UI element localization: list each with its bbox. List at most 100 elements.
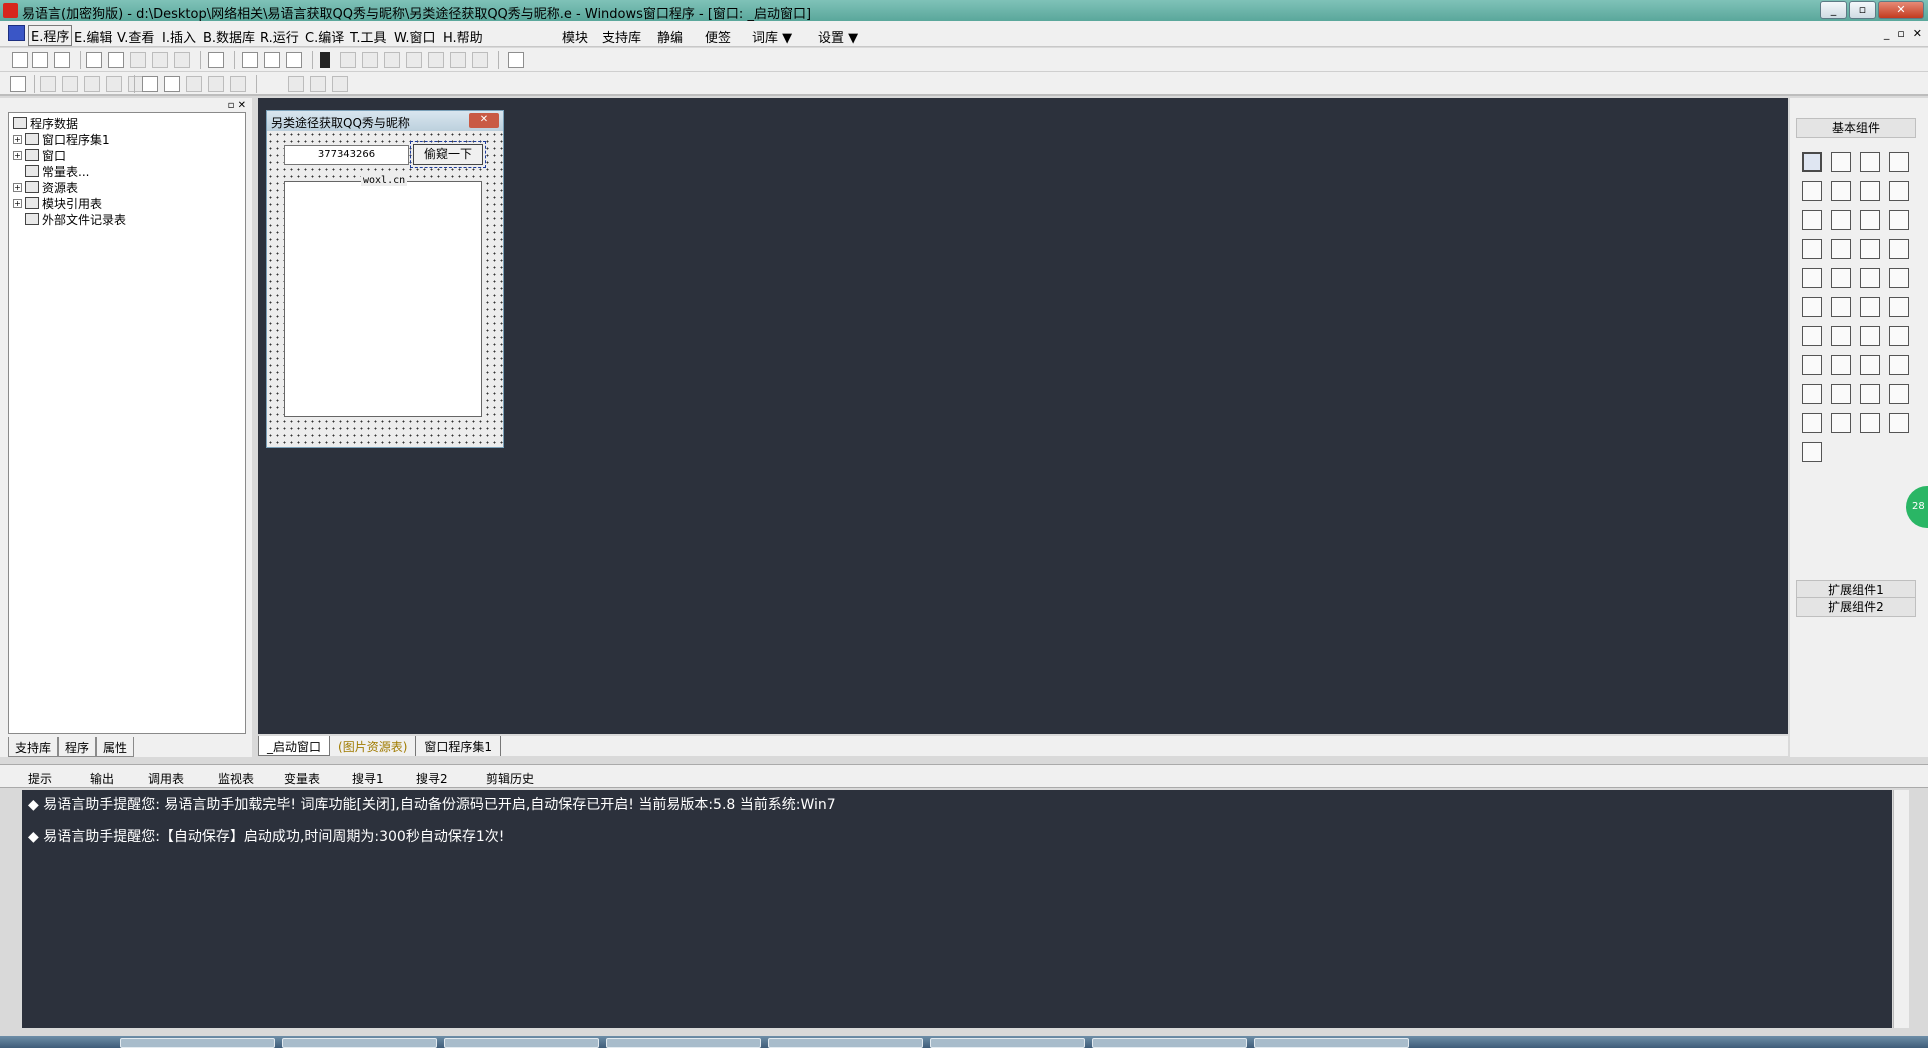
menu-edit[interactable]: E.编辑 <box>74 27 112 46</box>
design-window-titlebar[interactable]: 另类途径获取QQ秀与昵称 ✕ <box>267 111 503 131</box>
output-console[interactable]: ◆ 易语言助手提醒您: 易语言助手加载完毕! 词库功能[关闭],自动备份源码已开… <box>22 790 1892 1028</box>
slider-tool-icon[interactable] <box>1802 268 1822 288</box>
panel-tool-icon[interactable] <box>1860 384 1880 404</box>
menu-run[interactable]: R.运行 <box>260 27 299 46</box>
expand-icon[interactable]: + <box>13 182 22 192</box>
design-window-close-icon[interactable]: ✕ <box>469 113 499 128</box>
pointer-tool-icon[interactable] <box>1802 152 1822 172</box>
space-horizontal-icon[interactable] <box>186 76 202 92</box>
document-tool-icon[interactable] <box>1889 297 1909 317</box>
menu-insert[interactable]: I.插入 <box>162 27 196 46</box>
taskbar-button[interactable] <box>120 1038 275 1048</box>
tree-item-external-files[interactable]: 外部文件记录表 <box>13 211 126 227</box>
stop-icon[interactable] <box>340 52 356 68</box>
grid-icon[interactable] <box>10 76 26 92</box>
menu-database[interactable]: B.数据库 <box>203 27 255 46</box>
design-canvas[interactable]: 377343266 偷窥一下 woxl.cn <box>267 131 503 447</box>
tab-output[interactable]: 输出 <box>90 770 114 787</box>
drawing-board-tool-icon[interactable] <box>1802 181 1822 201</box>
menu-help[interactable]: H.帮助 <box>443 27 483 46</box>
panel-pin-icon[interactable]: ▫ ✕ <box>228 100 246 111</box>
center-vertical-icon[interactable] <box>164 76 180 92</box>
tree-root[interactable]: 程序数据 <box>13 115 78 131</box>
grid-tool-icon[interactable] <box>1889 326 1909 346</box>
db-provider-tool-icon[interactable] <box>1831 413 1851 433</box>
save-icon[interactable] <box>54 52 70 68</box>
taskbar-button[interactable] <box>444 1038 599 1048</box>
tree-item-window-assembly[interactable]: + 窗口程序集1 <box>13 131 110 147</box>
same-width-icon[interactable] <box>230 76 246 92</box>
spin-tool-icon[interactable] <box>1831 239 1851 259</box>
tab-hint[interactable]: 提示 <box>28 770 52 787</box>
layout2-icon[interactable] <box>264 52 280 68</box>
space-vertical-icon[interactable] <box>208 76 224 92</box>
layout1-icon[interactable] <box>242 52 258 68</box>
scrollbar-tool-icon[interactable] <box>1860 239 1880 259</box>
radio-tool-icon[interactable] <box>1831 210 1851 230</box>
menu-support-lib[interactable]: 支持库 <box>602 27 641 46</box>
layout3-icon[interactable] <box>286 52 302 68</box>
step-into-icon[interactable] <box>384 52 400 68</box>
basic-components-header[interactable]: 基本组件 <box>1796 118 1916 138</box>
qq-number-input[interactable]: 377343266 <box>284 145 409 165</box>
menu-module[interactable]: 模块 <box>562 27 588 46</box>
tab-variables[interactable]: 变量表 <box>284 770 320 787</box>
mdi-restore-button[interactable]: ▫ <box>1897 27 1904 40</box>
menu-program[interactable]: E.程序 <box>28 25 73 46</box>
picture-box-tool-icon[interactable] <box>1860 152 1880 172</box>
chart-tool-icon[interactable] <box>1860 413 1880 433</box>
result-group-box[interactable]: woxl.cn <box>284 175 482 417</box>
checkbox-tool-icon[interactable] <box>1802 210 1822 230</box>
tab-clipboard-history[interactable]: 剪辑历史 <box>486 770 534 787</box>
list-tool-icon[interactable] <box>1889 210 1909 230</box>
taskbar-button[interactable] <box>1092 1038 1247 1048</box>
tab-order-icon[interactable] <box>332 76 348 92</box>
server-tool-icon[interactable] <box>1802 384 1822 404</box>
menu-settings[interactable]: 设置 ▼ <box>818 27 858 46</box>
image-button-tool-icon[interactable] <box>1860 297 1880 317</box>
expand-icon[interactable]: + <box>13 150 22 160</box>
tab-search1[interactable]: 搜寻1 <box>352 770 384 787</box>
tree-item-resources[interactable]: + 资源表 <box>13 179 78 195</box>
line-tool-icon[interactable] <box>1889 181 1909 201</box>
assistant-icon[interactable] <box>508 52 524 68</box>
redo-icon[interactable] <box>152 52 168 68</box>
combo-tool-icon[interactable] <box>1860 210 1880 230</box>
port-tool-icon[interactable] <box>1831 384 1851 404</box>
hand-icon[interactable] <box>472 52 488 68</box>
copy-icon[interactable] <box>108 52 124 68</box>
calendar-tool-icon[interactable] <box>1802 297 1822 317</box>
listbox-tool-icon[interactable] <box>1802 239 1822 259</box>
menu-tools[interactable]: T.工具 <box>350 27 387 46</box>
cut-icon[interactable] <box>86 52 102 68</box>
tree-item-constants[interactable]: 常量表... <box>13 163 89 179</box>
menu-view[interactable]: V.查看 <box>117 27 154 46</box>
run-icon[interactable] <box>320 52 330 68</box>
mdi-minimize-button[interactable]: _ <box>1884 27 1890 40</box>
menu-window[interactable]: W.窗口 <box>394 27 436 46</box>
run-to-cursor-icon[interactable] <box>450 52 466 68</box>
taskbar-button[interactable] <box>282 1038 437 1048</box>
adjuster-tool-icon[interactable] <box>1860 326 1880 346</box>
align-bottom-icon[interactable] <box>106 76 122 92</box>
expand-icon[interactable]: + <box>13 198 22 208</box>
maximize-button[interactable]: ▫ <box>1849 1 1876 19</box>
step-out-icon[interactable] <box>428 52 444 68</box>
peek-button[interactable]: 偷窥一下 <box>410 141 486 168</box>
taskbar-button[interactable] <box>1254 1038 1409 1048</box>
output-scrollbar[interactable] <box>1893 790 1909 1028</box>
find-icon[interactable] <box>208 52 224 68</box>
tree-item-modules[interactable]: + 模块引用表 <box>13 195 102 211</box>
tab-tool-icon[interactable] <box>1831 268 1851 288</box>
network-tool-icon[interactable] <box>1860 355 1880 375</box>
align-left-icon[interactable] <box>40 76 56 92</box>
taskbar-button[interactable] <box>606 1038 761 1048</box>
tab-call-stack[interactable]: 调用表 <box>148 770 184 787</box>
timer-tool-icon[interactable] <box>1802 355 1822 375</box>
tab-support-lib[interactable]: 支持库 <box>8 737 59 757</box>
align-right-icon[interactable] <box>62 76 78 92</box>
status-tool-icon[interactable] <box>1889 384 1909 404</box>
taskbar-button[interactable] <box>768 1038 923 1048</box>
odbc-provider-tool-icon[interactable] <box>1802 442 1822 462</box>
tab-startup-window[interactable]: _启动窗口 <box>258 736 331 756</box>
